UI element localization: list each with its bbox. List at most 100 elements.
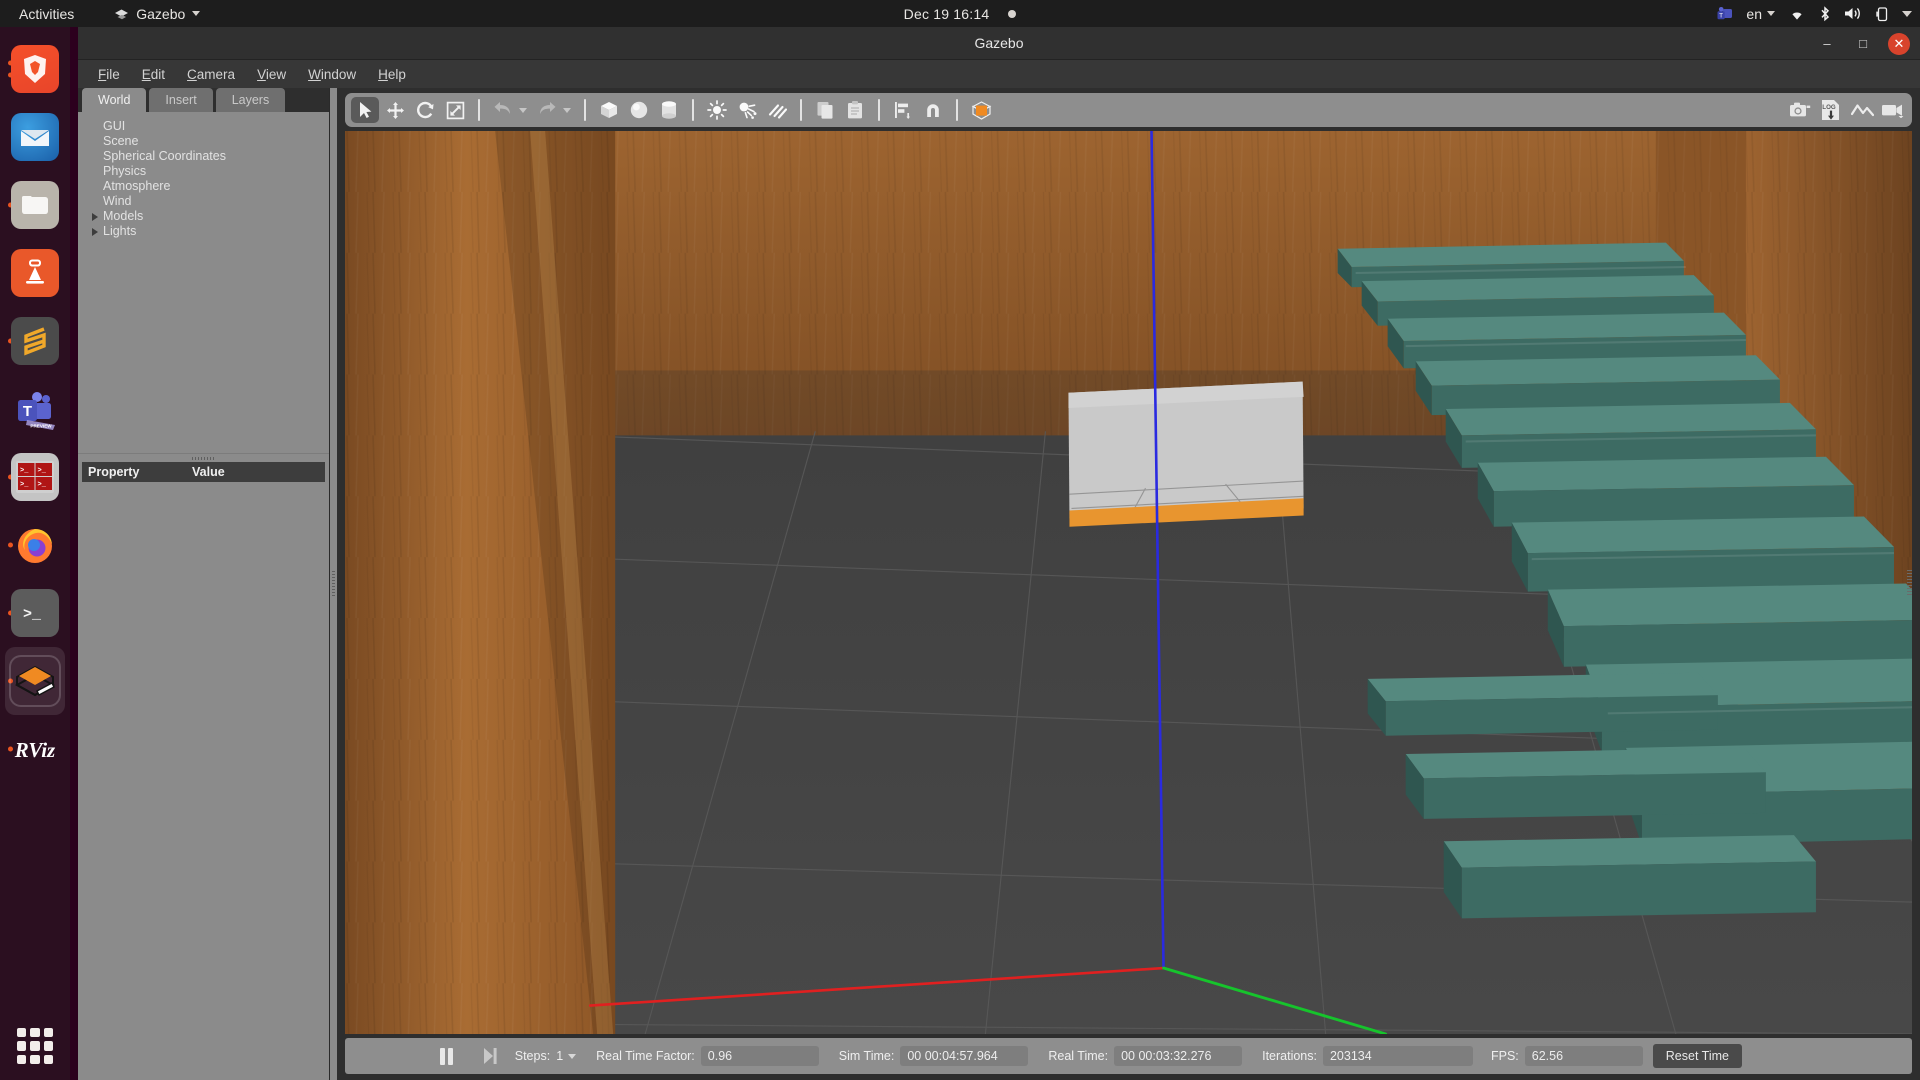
app-menu-label: Gazebo bbox=[136, 5, 186, 22]
menu-window[interactable]: Window bbox=[298, 63, 366, 86]
dock-item-brave[interactable] bbox=[5, 35, 65, 103]
volume-icon[interactable] bbox=[1844, 6, 1862, 21]
menu-edit[interactable]: Edit bbox=[132, 63, 175, 86]
bluetooth-icon[interactable] bbox=[1819, 5, 1831, 22]
wifi-icon[interactable] bbox=[1788, 7, 1806, 21]
video-record-icon[interactable] bbox=[1878, 97, 1906, 123]
dock-item-terminator[interactable]: >_ >_ >_ >_ bbox=[5, 443, 65, 511]
scale-icon[interactable] bbox=[441, 97, 469, 123]
dock-item-gazebo[interactable] bbox=[5, 647, 65, 715]
tree-item-spherical-coordinates[interactable]: Spherical Coordinates bbox=[78, 149, 329, 164]
view-angle-icon[interactable] bbox=[967, 97, 995, 123]
redo-chevron-down-icon[interactable] bbox=[563, 107, 571, 113]
svg-text:>_: >_ bbox=[20, 481, 29, 489]
fps-label: FPS: bbox=[1490, 1049, 1519, 1063]
activities-button[interactable]: Activities bbox=[10, 4, 83, 24]
close-button[interactable]: ✕ bbox=[1888, 32, 1910, 55]
menu-view[interactable]: View bbox=[247, 63, 296, 86]
viewport-right-handle[interactable] bbox=[1907, 569, 1912, 596]
top-bar-tray: T en bbox=[1717, 0, 1912, 27]
tree-item-lights[interactable]: Lights bbox=[78, 224, 329, 239]
align-icon[interactable] bbox=[889, 97, 917, 123]
dock-item-sublime[interactable] bbox=[5, 307, 65, 375]
log-record-icon[interactable]: LOG bbox=[1816, 97, 1846, 123]
clock-button[interactable]: Dec 19 16:14 bbox=[895, 4, 1026, 24]
dock-item-software[interactable] bbox=[5, 239, 65, 307]
box-icon[interactable] bbox=[595, 97, 623, 123]
top-bar-left: Activities Gazebo bbox=[0, 4, 209, 24]
rviz-icon: RViz bbox=[11, 725, 59, 773]
tab-insert[interactable]: Insert bbox=[149, 88, 213, 112]
chevron-right-icon[interactable] bbox=[92, 212, 98, 221]
battery-icon[interactable] bbox=[1875, 6, 1889, 22]
tree-item-gui[interactable]: GUI bbox=[78, 119, 329, 134]
point-light-icon[interactable] bbox=[703, 97, 731, 123]
menu-file[interactable]: File bbox=[88, 63, 130, 86]
spot-light-icon[interactable] bbox=[733, 97, 761, 123]
property-table-header: Property Value bbox=[82, 462, 325, 482]
copy-icon[interactable] bbox=[811, 97, 839, 123]
tab-world[interactable]: World bbox=[82, 88, 147, 112]
chevron-right-icon[interactable] bbox=[92, 227, 98, 236]
tree-item-wind[interactable]: Wind bbox=[78, 194, 329, 209]
pause-button[interactable] bbox=[434, 1047, 459, 1065]
cylinder-icon[interactable] bbox=[655, 97, 683, 123]
tab-layers[interactable]: Layers bbox=[215, 88, 286, 112]
rotate-icon[interactable] bbox=[411, 97, 439, 123]
maximize-button[interactable]: □ bbox=[1852, 33, 1874, 55]
dock-item-terminal[interactable]: >_ bbox=[5, 579, 65, 647]
chevron-down-icon bbox=[1767, 11, 1775, 16]
wall-panel bbox=[1068, 381, 1304, 527]
left-panel: World Insert Layers GUI Scene Spherical … bbox=[78, 88, 330, 1080]
select-arrow-icon[interactable] bbox=[351, 97, 379, 123]
plot-icon[interactable] bbox=[1848, 97, 1876, 123]
language-indicator[interactable]: en bbox=[1746, 6, 1775, 22]
reset-time-button[interactable]: Reset Time bbox=[1652, 1044, 1742, 1068]
window-title-bar: Gazebo – □ ✕ bbox=[78, 27, 1920, 60]
grid-dot bbox=[30, 1041, 40, 1051]
paste-icon[interactable] bbox=[841, 97, 869, 123]
snap-icon[interactable] bbox=[919, 97, 947, 123]
panel-resize-handle[interactable] bbox=[330, 88, 337, 1080]
language-label: en bbox=[1746, 5, 1762, 22]
tree-item-models[interactable]: Models bbox=[78, 209, 329, 224]
files-icon bbox=[11, 181, 59, 229]
translate-icon[interactable] bbox=[381, 97, 409, 123]
menu-help[interactable]: Help bbox=[368, 63, 416, 86]
dock-item-firefox[interactable] bbox=[5, 511, 65, 579]
sphere-icon[interactable] bbox=[625, 97, 653, 123]
show-applications-button[interactable] bbox=[17, 1028, 53, 1064]
toolbar-separator bbox=[878, 99, 880, 121]
panel-splitter[interactable] bbox=[78, 453, 329, 462]
screenshot-icon[interactable] bbox=[1786, 97, 1814, 123]
tree-item-label: Wind bbox=[103, 194, 132, 208]
gazebo-3d-viewport[interactable] bbox=[345, 131, 1912, 1034]
tree-item-scene[interactable]: Scene bbox=[78, 134, 329, 149]
steps-value[interactable]: 1 bbox=[556, 1049, 563, 1063]
teams-tray-icon[interactable]: T bbox=[1717, 6, 1733, 21]
firefox-icon bbox=[11, 521, 59, 569]
tree-item-label: Lights bbox=[103, 224, 137, 238]
dock-item-files[interactable] bbox=[5, 171, 65, 239]
step-button[interactable] bbox=[477, 1047, 503, 1065]
steps-chevron-down-icon[interactable] bbox=[568, 1053, 577, 1059]
undo-chevron-down-icon[interactable] bbox=[519, 107, 527, 113]
minimize-button[interactable]: – bbox=[1816, 33, 1838, 55]
top-bar-center: Dec 19 16:14 bbox=[0, 4, 1920, 24]
tree-item-atmosphere[interactable]: Atmosphere bbox=[78, 179, 329, 194]
svg-text:T: T bbox=[1720, 12, 1724, 19]
gazebo-window: Gazebo – □ ✕ File Edit Camera View Window Hel… bbox=[78, 27, 1920, 1080]
dock-item-rviz[interactable]: RViz bbox=[5, 715, 65, 783]
tree-item-physics[interactable]: Physics bbox=[78, 164, 329, 179]
property-column-header: Property bbox=[88, 465, 140, 479]
directional-light-icon[interactable] bbox=[763, 97, 791, 123]
svg-text:RViz: RViz bbox=[14, 738, 56, 762]
undo-icon[interactable] bbox=[489, 97, 517, 123]
menu-camera[interactable]: Camera bbox=[177, 63, 245, 86]
app-menu-button[interactable]: Gazebo bbox=[105, 4, 209, 24]
dock-item-teams[interactable]: T PREVIEW bbox=[5, 375, 65, 443]
redo-icon[interactable] bbox=[533, 97, 561, 123]
dock-item-thunderbird[interactable] bbox=[5, 103, 65, 171]
grid-dot bbox=[17, 1054, 27, 1064]
system-menu-chevron-down-icon[interactable] bbox=[1902, 10, 1912, 17]
